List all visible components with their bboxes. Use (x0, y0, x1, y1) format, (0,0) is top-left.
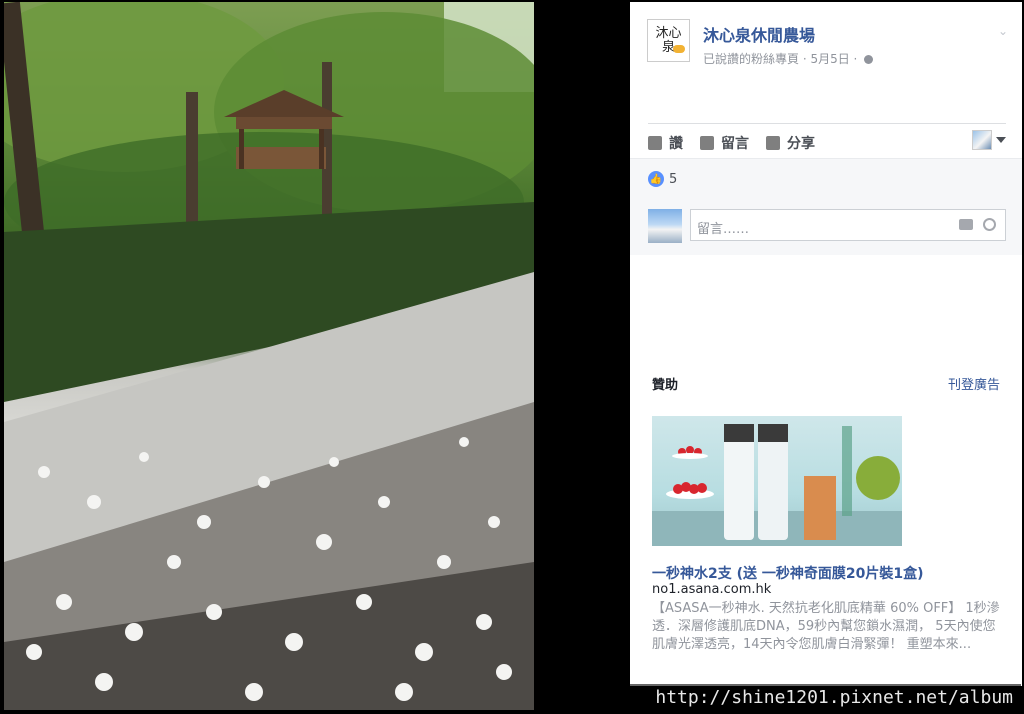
share-arrow-icon (766, 136, 780, 150)
like-count: 5 (669, 171, 678, 187)
share-label: 分享 (787, 136, 815, 152)
like-button[interactable]: 讚 (648, 133, 683, 153)
comment-placeholder: 留言…… (697, 222, 750, 237)
post-meta: 已說讚的粉絲專頁 · 5月5日 · (703, 50, 874, 67)
like-badge-icon: 👍 (648, 171, 664, 187)
comment-icon (700, 136, 714, 150)
camera-icon[interactable] (959, 219, 973, 230)
share-button[interactable]: 分享 (766, 133, 815, 153)
logo-mark-icon (673, 45, 685, 53)
post-actions: 讚 留言 分享 (648, 123, 1006, 158)
ad-image[interactable] (652, 416, 902, 546)
emoji-icon[interactable] (983, 218, 996, 231)
tung-blossom-path-photo (4, 2, 534, 710)
comment-button[interactable]: 留言 (700, 133, 749, 153)
ad-domain: no1.asana.com.hk (652, 582, 772, 597)
thumbs-up-icon (648, 136, 662, 150)
caret-down-icon (996, 137, 1006, 143)
ad-title-link[interactable]: 一秒神水2支 (送 一秒神奇面膜20片裝1盒) (652, 563, 1012, 583)
watermark-url: http://shine1201.pixnet.net/album (545, 684, 1021, 712)
commenter-avatar (648, 209, 682, 243)
post-photo[interactable] (4, 2, 534, 710)
ad-description: 【ASASA一秒神水. 天然抗老化肌底精華 60% OFF】 1秒滲透．深層修護… (652, 601, 1000, 652)
ad-product-illustration (652, 424, 902, 546)
avatar (972, 130, 992, 150)
comments-area: 👍 5 留言…… (630, 158, 1022, 255)
post-meta-text: 已說讚的粉絲專頁 · 5月5日 · (703, 52, 858, 66)
like-label: 讚 (669, 136, 683, 152)
globe-icon (864, 55, 874, 64)
comment-input[interactable]: 留言…… (690, 209, 1006, 241)
comment-label: 留言 (721, 136, 749, 152)
chevron-down-icon[interactable]: ⌄ (998, 24, 1008, 38)
audience-selector[interactable] (972, 130, 1006, 150)
page-name-link[interactable]: 沐心泉休閒農場 (703, 22, 815, 46)
post-header: 沐心泉 沐心泉休閒農場 已說讚的粉絲專頁 · 5月5日 · ⌄ (630, 2, 1022, 82)
reactions-summary[interactable]: 👍 5 (648, 171, 677, 187)
post-panel: 沐心泉 沐心泉休閒農場 已說讚的粉絲專頁 · 5月5日 · ⌄ 讚 留言 分享 (630, 2, 1022, 686)
sponsored-label: 贊助 (652, 378, 679, 393)
create-ad-link[interactable]: 刊登廣告 (948, 374, 1000, 393)
page-avatar[interactable]: 沐心泉 (647, 19, 690, 62)
